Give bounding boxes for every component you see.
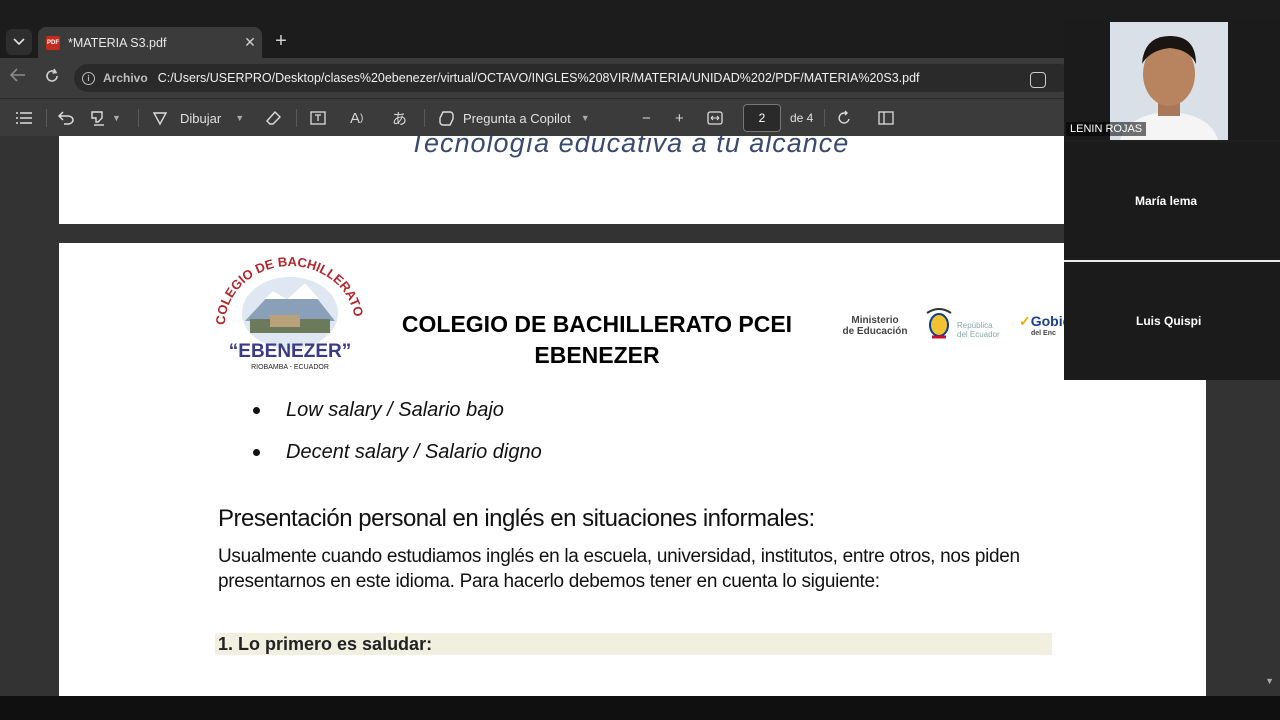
fit-width-icon xyxy=(707,111,723,125)
close-tab-button[interactable]: ✕ xyxy=(238,34,262,51)
participant-name: María lema xyxy=(1135,194,1198,208)
list-item: Low salary / Salario bajo xyxy=(253,389,542,431)
chevron-down-icon[interactable]: ▼ xyxy=(235,113,244,123)
bullet-list: Low salary / Salario bajo Decent salary … xyxy=(253,389,542,473)
reload-icon xyxy=(46,68,58,82)
zoom-in-button[interactable]: + xyxy=(675,108,684,128)
fit-page-button[interactable] xyxy=(707,108,723,128)
chevron-down-icon xyxy=(13,38,25,46)
bullet-icon xyxy=(253,406,260,414)
draw-button[interactable]: Dibujar ▼ xyxy=(152,108,244,128)
taskbar-strip xyxy=(0,696,1280,720)
body-paragraph: Usualmente cuando estudiamos inglés en l… xyxy=(218,546,1020,592)
rotate-icon xyxy=(838,110,850,124)
page-view-icon xyxy=(878,111,894,125)
page-view-button[interactable] xyxy=(878,108,894,128)
contents-button[interactable] xyxy=(16,108,32,128)
pdf-icon: PDF xyxy=(46,35,60,50)
page-slogan: Tecnología educativa a tu alcance xyxy=(409,136,850,158)
school-title-line1: COLEGIO DE BACHILLERATO PCEI xyxy=(401,311,793,337)
republic-label: República del Ecuador xyxy=(957,321,1000,339)
school-title: COLEGIO DE BACHILLERATO PCEI EBENEZER xyxy=(375,309,819,371)
text-box-icon xyxy=(310,111,326,125)
plus-icon: + xyxy=(675,109,684,127)
participant-name: Luis Quispi xyxy=(1136,314,1202,328)
copilot-extension-icon[interactable] xyxy=(1030,72,1046,88)
svg-text:RIOBAMBA - ECUADOR: RIOBAMBA - ECUADOR xyxy=(251,364,329,371)
read-aloud-icon: A xyxy=(350,109,361,127)
rotate-button[interactable] xyxy=(836,108,852,128)
pdf-page-1: Tecnología educativa a tu alcance xyxy=(59,136,1206,224)
list-item: Decent salary / Salario digno xyxy=(253,431,542,473)
chevron-down-icon[interactable]: ▼ xyxy=(112,113,121,123)
participant-tile[interactable]: María lema xyxy=(1064,142,1280,262)
section-heading: Presentación personal en inglés en situa… xyxy=(218,505,815,532)
address-scheme: Archivo xyxy=(103,71,148,85)
zoom-out-button[interactable]: − xyxy=(642,108,651,128)
highlight-button[interactable]: ▼ xyxy=(90,108,121,128)
add-text-button[interactable] xyxy=(310,108,326,128)
participant-name: LENIN ROJAS xyxy=(1066,122,1147,136)
school-logo: COLEGIO DE BACHILLERATO PCEI “EBENEZER” … xyxy=(215,255,365,371)
participant-tile[interactable]: LENIN ROJAS xyxy=(1064,22,1280,140)
tab-actions-menu[interactable] xyxy=(6,29,32,55)
ecuador-coat-of-arms-icon xyxy=(926,308,952,339)
back-button[interactable] xyxy=(8,68,28,88)
tab-title: *MATERIA S3.pdf xyxy=(68,35,167,50)
browser-tab-active[interactable]: PDF *MATERIA S3.pdf ✕ xyxy=(38,27,262,58)
svg-text:“EBENEZER”: “EBENEZER” xyxy=(229,341,351,362)
highlighter-icon xyxy=(91,111,104,126)
reload-button[interactable] xyxy=(42,68,62,88)
school-title-line2: EBENEZER xyxy=(534,342,660,368)
ministry-logos: Ministerio de Educación República del Ec… xyxy=(839,303,1071,365)
new-tab-button[interactable]: + xyxy=(270,30,292,52)
back-arrow-icon xyxy=(9,68,25,82)
info-icon[interactable]: i xyxy=(82,71,95,85)
government-logo: ✓Gobie del Enc xyxy=(1019,313,1071,337)
erase-button[interactable] xyxy=(266,108,282,128)
page-number-input[interactable]: 2 xyxy=(743,104,781,132)
list-icon xyxy=(16,112,32,124)
participant-tile[interactable]: Luis Quispi xyxy=(1064,262,1280,380)
scroll-down-arrow[interactable]: ▼ xyxy=(1265,676,1274,686)
copilot-icon xyxy=(439,110,454,126)
undo-icon xyxy=(58,111,74,125)
total-pages: de 4 xyxy=(790,111,814,125)
bullet-icon xyxy=(253,448,260,456)
step-heading: 1. Lo primero es saludar: xyxy=(215,633,1052,655)
copilot-label: Pregunta a Copilot xyxy=(463,110,571,126)
video-call-panel: LENIN ROJAS María lema Luis Quispi xyxy=(1064,22,1280,380)
draw-label: Dibujar xyxy=(180,110,222,126)
undo-button[interactable] xyxy=(58,108,74,128)
pdf-page-2: COLEGIO DE BACHILLERATO PCEI “EBENEZER” … xyxy=(59,243,1206,696)
pen-icon xyxy=(152,112,168,126)
read-aloud-button[interactable]: A) xyxy=(350,108,363,128)
translate-button[interactable]: あ xyxy=(392,108,407,128)
copilot-button[interactable]: Pregunta a Copilot ▼ xyxy=(438,108,590,128)
eraser-icon xyxy=(266,110,281,125)
address-url[interactable]: C:/Users/USERPRO/Desktop/clases%20ebenez… xyxy=(158,71,920,85)
ministry-name: Ministerio de Educación xyxy=(842,315,908,337)
chevron-down-icon[interactable]: ▼ xyxy=(581,113,590,123)
translate-icon: あ xyxy=(392,110,408,128)
minus-icon: − xyxy=(642,109,651,127)
address-bar[interactable]: i Archivo C:/Users/USERPRO/Desktop/clase… xyxy=(74,64,1074,92)
